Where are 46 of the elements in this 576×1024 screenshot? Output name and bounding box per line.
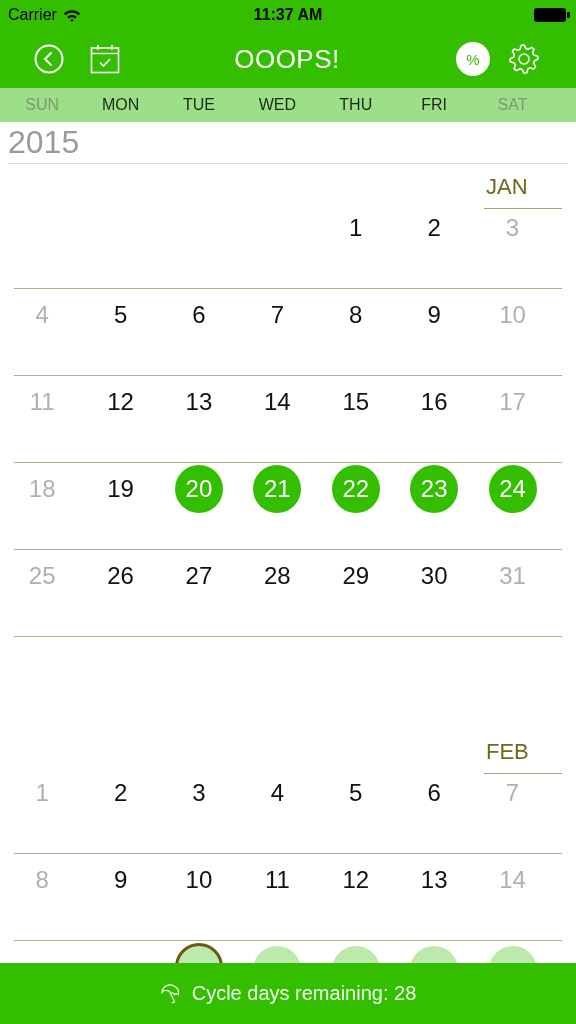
day-number[interactable]: 27 [174, 552, 223, 600]
day-number[interactable]: 6 [174, 291, 223, 339]
day-number[interactable]: 12 [96, 378, 145, 426]
battery-icon [534, 8, 570, 22]
day-number[interactable]: 7 [253, 291, 302, 339]
weekday-label: MON [100, 96, 141, 114]
day-number[interactable]: 5 [96, 291, 145, 339]
day-number[interactable]: 9 [410, 291, 459, 339]
settings-button[interactable] [508, 43, 540, 75]
cycle-days-remaining: Cycle days remaining: 28 [191, 982, 417, 1005]
day-number[interactable]: 12 [331, 856, 380, 904]
day-number[interactable]: 3 [174, 769, 223, 817]
day-number[interactable]: 10 [174, 856, 223, 904]
year-label: 2015 [8, 124, 80, 161]
day-number[interactable]: 2 [96, 769, 145, 817]
day-number[interactable]: 14 [253, 378, 302, 426]
day-number[interactable]: 9 [96, 856, 145, 904]
weekday-label: SUN [24, 96, 61, 114]
day-number[interactable]: 1 [331, 204, 380, 252]
day-number[interactable]: 16 [410, 378, 459, 426]
day-number[interactable]: 29 [331, 552, 380, 600]
back-button[interactable] [34, 44, 64, 74]
day-number[interactable]: 11 [253, 856, 302, 904]
day-number[interactable]: 19 [96, 465, 145, 513]
day-number[interactable]: 13 [174, 378, 223, 426]
weekday-label: THU [338, 96, 374, 114]
weekday-label: SAT [496, 96, 529, 114]
weekday-label: TUE [181, 96, 216, 114]
weekday-label: WED [257, 96, 298, 114]
day-number[interactable]: 8 [331, 291, 380, 339]
status-time: 11:37 AM [252, 6, 324, 24]
day-number[interactable]: 26 [96, 552, 145, 600]
app-title: OOOPS! [234, 43, 340, 75]
day-number[interactable]: 6 [410, 769, 459, 817]
day-number[interactable]: 30 [410, 552, 459, 600]
day-number[interactable]: 13 [410, 856, 459, 904]
day-number[interactable]: 4 [253, 769, 302, 817]
calendar-check-button[interactable] [90, 44, 120, 74]
weekday-label: FRI [420, 96, 449, 114]
day-number[interactable]: 15 [331, 378, 380, 426]
carrier-name: Carrier [8, 6, 57, 24]
wifi-icon [62, 8, 81, 22]
day-number[interactable]: 28 [253, 552, 302, 600]
umbrella-icon [159, 983, 180, 1004]
day-number[interactable]: 2 [410, 204, 459, 252]
day-number[interactable]: 5 [331, 769, 380, 817]
